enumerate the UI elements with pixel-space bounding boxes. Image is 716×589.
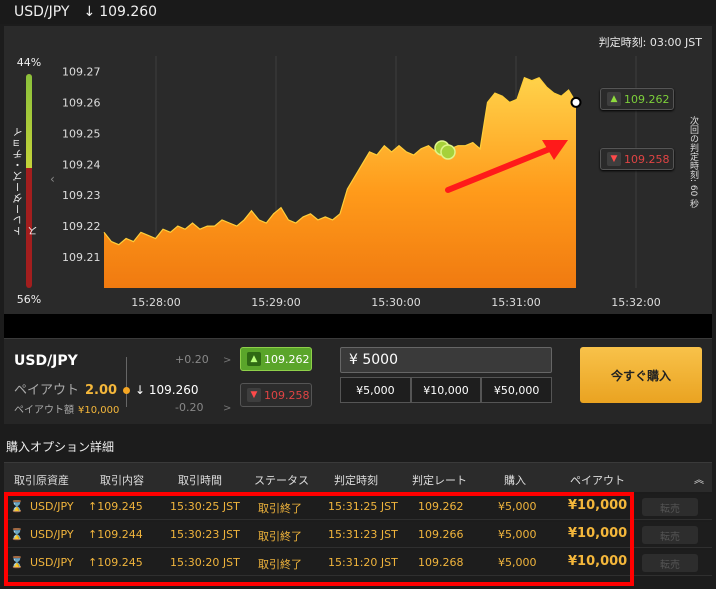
highlight-frame [4, 492, 634, 586]
amount-input[interactable]: ¥ 5000 [340, 347, 552, 373]
payout: ペイアウト 2.00 [14, 379, 117, 398]
y-tick-label: 109.25 [62, 127, 101, 140]
current-rate-value: 109.260 [148, 383, 199, 397]
down-arrow-icon: ▼ [607, 152, 621, 166]
chevron-left-icon[interactable]: ‹ [50, 172, 55, 186]
payout-amount: ペイアウト額 ¥10,000 [14, 401, 119, 416]
amount-presets: ¥5,000 ¥10,000 ¥50,000 [340, 377, 553, 403]
details-title: 購入オプション詳細 [6, 440, 115, 454]
resale-button[interactable]: 転売 [642, 498, 698, 516]
plus-spread: +0.20 [175, 353, 209, 366]
judge-time: 判定時刻: 03:00 JST [598, 36, 702, 49]
payout-amount-label: ペイアウト額 [14, 405, 74, 416]
col-asset: 取引原資産 [14, 474, 69, 487]
high-button-label: 109.262 [264, 352, 310, 366]
col-time: 取引時間 [178, 474, 222, 487]
current-rate: ↓ 109.260 [135, 383, 199, 397]
top-bar: USD/JPY ↓ 109.260 [0, 0, 716, 24]
y-tick-label: 109.26 [62, 96, 101, 109]
col-status: ステータス [254, 474, 309, 487]
col-content: 取引内容 [100, 474, 144, 487]
header-pair: USD/JPY [14, 4, 70, 20]
x-tick-label: 15:31:00 [491, 296, 540, 309]
price-area [104, 77, 576, 288]
col-judge: 判定時刻 [334, 474, 378, 487]
down-arrow-icon: ▼ [247, 388, 261, 402]
chart-bottom-strip [4, 314, 712, 338]
chevron-right-icon: > [223, 355, 232, 366]
collapse-icon[interactable]: ︽ [694, 471, 704, 486]
x-tick-label: 15:30:00 [371, 296, 420, 309]
payout-value: 2.00 [85, 383, 118, 398]
up-arrow-icon: ▲ [607, 92, 621, 106]
col-buy: 購入 [504, 474, 526, 487]
minus-spread: -0.20 [175, 401, 204, 414]
high-rate-indicator[interactable]: ▲ 109.262 [600, 88, 674, 110]
chevron-right-icon: > [223, 403, 232, 414]
sentiment-label: トレーダーズ・チョイス [14, 126, 40, 236]
col-rate: 判定レート [412, 474, 467, 487]
header-rate: 109.260 [99, 4, 158, 20]
buy-now-button[interactable]: 今すぐ購入 [580, 347, 702, 403]
x-tick-label: 15:28:00 [131, 296, 180, 309]
current-point-marker [570, 96, 582, 108]
down-arrow-icon: ↓ [83, 4, 96, 20]
table-header: 取引原資産 取引内容 取引時間 ステータス 判定時刻 判定レート 購入 ペイアウ… [4, 462, 712, 492]
low-rate-value: 109.258 [624, 152, 670, 166]
low-rate-indicator[interactable]: ▼ 109.258 [600, 148, 674, 170]
low-button[interactable]: ▼ 109.258 [240, 383, 312, 407]
amount-10000-button[interactable]: ¥10,000 [410, 377, 482, 403]
y-tick-label: 109.23 [62, 189, 101, 202]
resale-button[interactable]: 転売 [642, 526, 698, 544]
col-payout: ペイアウト [570, 474, 625, 487]
y-tick-label: 109.24 [62, 158, 101, 171]
price-chart: 15:28:00 15:29:00 15:30:00 15:31:00 15:32:00… [62, 56, 661, 309]
amount-50000-button[interactable]: ¥50,000 [481, 377, 553, 403]
payout-label: ペイアウト [14, 383, 80, 398]
entry-marker [440, 144, 456, 160]
high-rate-value: 109.262 [624, 92, 670, 106]
trade-pair: USD/JPY [14, 353, 78, 369]
x-tick-label: 15:29:00 [251, 296, 300, 309]
up-arrow-icon: ▲ [247, 352, 261, 366]
resale-button[interactable]: 転売 [642, 554, 698, 572]
amount-5000-button[interactable]: ¥5,000 [340, 377, 411, 403]
low-button-label: 109.258 [264, 388, 310, 402]
high-button[interactable]: ▲ 109.262 [240, 347, 312, 371]
traders-choice: 44% トレーダーズ・チョイス 56% [12, 56, 46, 306]
trade-panel: USD/JPY ペイアウト 2.00 ペイアウト額 ¥10,000 +0.20 > … [4, 338, 712, 424]
y-tick-label: 109.21 [62, 251, 101, 264]
chart-panel: 判定時刻: 03:00 JST 44% トレーダーズ・チョイス 56% ‹ 15… [4, 26, 712, 338]
rate-box: +0.20 > ↓ 109.260 -0.20 > [123, 353, 234, 414]
y-tick-label: 109.27 [62, 65, 101, 78]
sentiment-bottom-percent: 56% [16, 293, 42, 306]
down-arrow-icon: ↓ [135, 383, 146, 397]
x-tick-label: 15:32:00 [611, 296, 660, 309]
payout-amount-value: ¥10,000 [78, 405, 120, 416]
next-judge-label: 次回の判定時刻: 60 秒 [688, 116, 698, 209]
current-rate-dot [123, 387, 130, 394]
sentiment-top-percent: 44% [16, 56, 42, 69]
y-tick-label: 109.22 [62, 220, 101, 233]
